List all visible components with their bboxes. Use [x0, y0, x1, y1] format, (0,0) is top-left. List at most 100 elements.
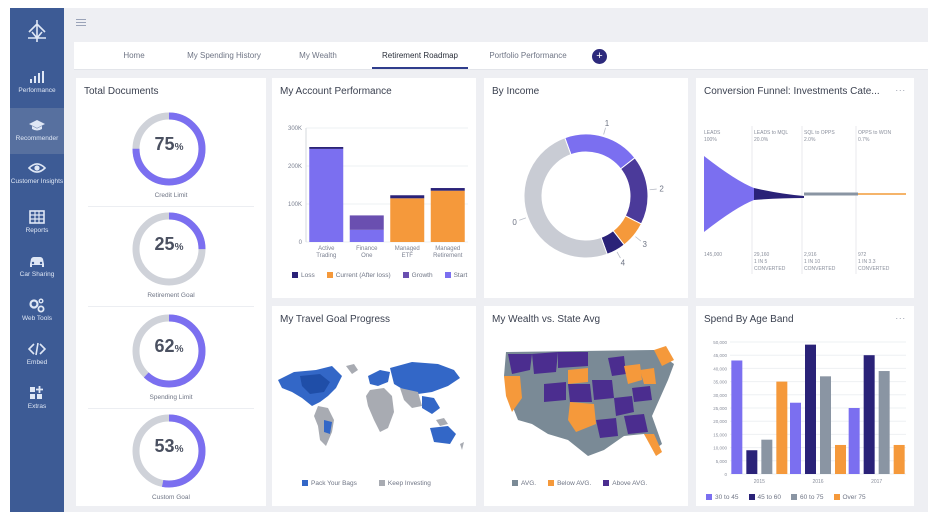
- stage-count: 145,000: [704, 252, 722, 258]
- tab-my-spending-history[interactable]: My Spending History: [178, 42, 270, 69]
- donut-slice: [564, 133, 636, 170]
- card-title: Spend By Age Band: [704, 314, 794, 325]
- card-title: My Account Performance: [280, 86, 392, 97]
- y-tick-label: 0: [724, 472, 727, 477]
- legend-item[interactable]: 30 to 45: [706, 494, 739, 501]
- tab-bar: Home My Spending History My Wealth Retir…: [74, 42, 928, 70]
- gauge-label: Retirement Goal: [147, 292, 195, 299]
- x-tick-label: 2016: [812, 479, 823, 485]
- graduation-cap-icon: [29, 120, 45, 131]
- stage-ratio: 1 IN 5: [754, 259, 768, 265]
- table-icon: [29, 210, 45, 224]
- bar-segment: [390, 198, 425, 242]
- gauge-credit-limit: 75%: [128, 108, 210, 190]
- legend-swatch: [378, 480, 385, 486]
- legend-item[interactable]: 60 to 75: [791, 494, 824, 501]
- legend-item[interactable]: Pack Your Bags: [302, 480, 357, 487]
- legend-item[interactable]: Loss: [292, 272, 315, 279]
- hamburger-menu-icon[interactable]: [76, 19, 86, 26]
- legend-item[interactable]: Below AVG.: [548, 480, 591, 487]
- sidebar-item-customer-insights[interactable]: Customer Insights: [10, 154, 64, 200]
- legend-swatch: [326, 272, 333, 278]
- app-window: Performance Recommender Customer Insights R…: [10, 8, 928, 512]
- donut-slice: [619, 157, 649, 225]
- legend-item[interactable]: AVG.: [512, 480, 536, 487]
- legend-swatch: [706, 494, 712, 500]
- y-tick-label: 35,000: [713, 380, 727, 385]
- add-tab-button[interactable]: +: [592, 49, 607, 64]
- legend-item[interactable]: Growth: [402, 272, 433, 279]
- divider: [88, 206, 254, 207]
- y-tick-label: 15,000: [713, 432, 727, 437]
- bar: [776, 381, 788, 474]
- slice-label: 4: [621, 258, 626, 267]
- us-state-map: [504, 346, 674, 456]
- y-tick-label: 25,000: [713, 406, 727, 411]
- sidebar-item-reports[interactable]: Reports: [10, 200, 64, 246]
- bar-segment: [309, 147, 344, 149]
- brand-logo-icon[interactable]: [24, 18, 50, 44]
- sidebar-item-extras[interactable]: Extras: [10, 376, 64, 422]
- bar: [878, 371, 890, 474]
- legend-item[interactable]: Current (After loss): [326, 272, 391, 279]
- more-options-icon[interactable]: ...: [895, 311, 906, 321]
- bar-segment: [309, 148, 344, 242]
- tab-portfolio-performance[interactable]: Portfolio Performance: [480, 42, 576, 69]
- y-tick-label: 300K: [288, 126, 302, 132]
- x-tick-label: ETF: [402, 253, 414, 259]
- sidebar-item-embed[interactable]: Embed: [10, 332, 64, 378]
- gauge-retirement-goal: 25%: [128, 208, 210, 290]
- sidebar-item-recommender[interactable]: Recommender: [10, 108, 64, 154]
- sidebar-item-label: Customer Insights: [10, 178, 64, 185]
- slice-label: 3: [643, 240, 648, 249]
- card-title: By Income: [492, 86, 540, 97]
- by-income-card: By Income 1 2 3 4 0: [484, 78, 688, 298]
- bar-segment: [349, 229, 384, 242]
- stage-converted: CONVERTED: [754, 266, 786, 272]
- tab-my-wealth[interactable]: My Wealth: [292, 42, 344, 69]
- stage-percent: 0.7%: [858, 137, 870, 143]
- legend-swatch: [833, 494, 840, 500]
- gauge-value: 25%: [154, 234, 184, 254]
- y-tick-label: 10,000: [713, 446, 727, 451]
- legend-swatch: [548, 480, 555, 486]
- stage-count: 2,916: [804, 252, 817, 258]
- bar: [848, 408, 860, 474]
- stage-count: 972: [858, 252, 867, 258]
- tab-retirement-roadmap[interactable]: Retirement Roadmap: [372, 42, 468, 69]
- bar: [863, 355, 875, 474]
- sidebar-item-label: Embed: [26, 359, 48, 366]
- bar-chart-icon: [30, 71, 44, 83]
- funnel-segment: [804, 192, 858, 196]
- stage-ratio: 1 IN 3.3: [858, 259, 876, 265]
- legend-item[interactable]: 45 to 60: [748, 494, 781, 501]
- sidebar-item-web-tools[interactable]: Web Tools: [10, 288, 64, 334]
- sidebar-item-label: Extras: [27, 403, 47, 410]
- bar: [761, 439, 773, 474]
- sidebar-item-performance[interactable]: Performance: [10, 60, 64, 106]
- more-options-icon[interactable]: ...: [895, 83, 906, 93]
- x-tick-label: Finance: [356, 246, 378, 252]
- x-tick-label: Retirement: [433, 253, 463, 259]
- gauge-label: Custom Goal: [152, 494, 190, 501]
- y-tick-label: 5,000: [716, 459, 728, 464]
- tab-home[interactable]: Home: [114, 42, 154, 69]
- legend-swatch: [444, 272, 451, 278]
- extras-icon: [30, 386, 43, 399]
- gauge-value: 75%: [154, 134, 184, 154]
- sidebar-item-label: Reports: [25, 227, 49, 234]
- legend-item[interactable]: Over 75: [833, 494, 866, 501]
- legend-item[interactable]: Above AVG.: [603, 480, 647, 487]
- legend-item[interactable]: Start: [444, 272, 467, 279]
- legend-item[interactable]: Keep Investing: [378, 480, 431, 487]
- sidebar-item-car-sharing[interactable]: Car Sharing: [10, 244, 64, 290]
- bar: [835, 444, 846, 474]
- divider: [88, 408, 254, 409]
- x-tick-label: Managed: [395, 246, 420, 252]
- y-tick-label: 40,000: [713, 366, 727, 371]
- slice-label: 1: [605, 119, 610, 128]
- bar: [746, 450, 758, 474]
- bar: [805, 344, 816, 474]
- funnel-segment: [754, 188, 804, 200]
- card-title: Conversion Funnel: Investments Cate...: [704, 86, 880, 97]
